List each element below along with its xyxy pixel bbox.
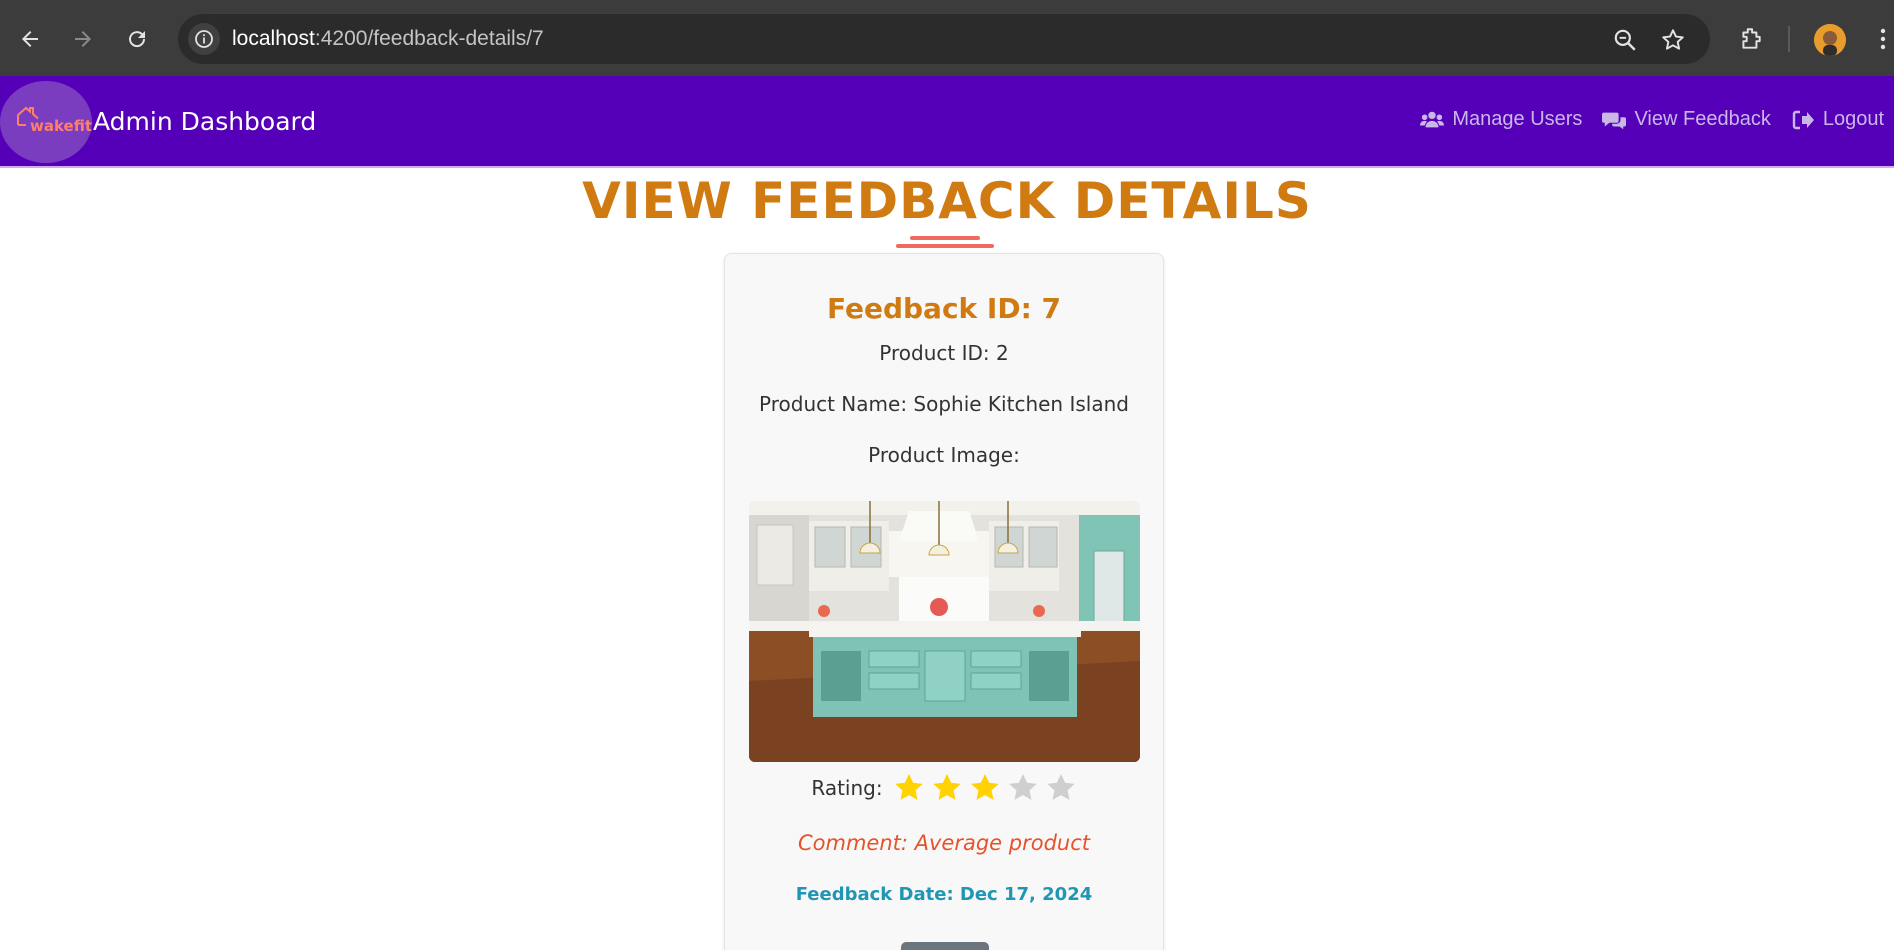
nav-view-feedback[interactable]: View Feedback	[1602, 108, 1771, 131]
bookmark-star-icon[interactable]	[1660, 27, 1686, 53]
feedback-comment: Comment: Average product	[797, 831, 1090, 855]
product-image	[749, 501, 1140, 762]
feedback-card: Feedback ID: 7 Product ID: 2 Product Nam…	[724, 253, 1164, 950]
star-filled-icon	[970, 774, 999, 800]
product-image-label: Product Image:	[868, 443, 1020, 467]
profile-avatar[interactable]	[1814, 24, 1846, 56]
rating-stars	[893, 772, 1077, 804]
product-name: Product Name: Sophie Kitchen Island	[759, 392, 1129, 416]
reload-icon[interactable]	[120, 22, 154, 56]
nav-manage-users[interactable]: Manage Users	[1420, 108, 1582, 131]
nav-logout-label: Logout	[1822, 108, 1884, 130]
back-icon[interactable]	[13, 22, 47, 56]
extensions-icon[interactable]	[1734, 22, 1768, 56]
users-icon	[1420, 111, 1445, 127]
feedback-id: Feedback ID: 7	[826, 292, 1061, 325]
title-underline-decoration	[896, 236, 994, 248]
zoom-icon[interactable]	[1612, 27, 1638, 53]
site-info-icon[interactable]	[188, 23, 220, 55]
star-empty-icon	[1008, 774, 1037, 800]
address-bar[interactable]: localhost:4200/feedback-details/7	[178, 14, 1710, 64]
url-text: localhost:4200/feedback-details/7	[232, 27, 544, 51]
nav-manage-users-label: Manage Users	[1452, 108, 1583, 130]
url-host: localhost	[232, 27, 315, 50]
logo-text: wakefit	[30, 117, 93, 135]
logout-icon	[1792, 110, 1814, 129]
nav-links: Manage Users View Feedback Logout	[1420, 108, 1884, 131]
browser-toolbar: localhost:4200/feedback-details/7	[0, 0, 1894, 76]
comments-icon	[1602, 112, 1627, 129]
back-button[interactable]	[901, 942, 989, 950]
toolbar-divider	[1788, 26, 1790, 52]
page-title: VIEW FEEDBACK DETAILS	[582, 172, 1312, 230]
forward-icon[interactable]	[66, 22, 100, 56]
admin-navbar: wakefit Admin Dashboard Manage Users Vie…	[0, 76, 1894, 168]
product-id: Product ID: 2	[879, 341, 1009, 365]
rating-row: Rating:	[725, 772, 1163, 804]
nav-logout[interactable]: Logout	[1791, 108, 1884, 131]
star-filled-icon	[894, 774, 923, 800]
more-menu-icon[interactable]	[1866, 22, 1894, 56]
nav-view-feedback-label: View Feedback	[1634, 108, 1771, 130]
star-empty-icon	[1046, 774, 1075, 800]
star-filled-icon	[932, 774, 961, 800]
logo[interactable]: wakefit	[0, 81, 92, 163]
brand-title[interactable]: Admin Dashboard	[93, 107, 316, 136]
rating-label: Rating:	[811, 776, 883, 800]
url-path: :4200/feedback-details/7	[314, 27, 544, 50]
feedback-date: Feedback Date: Dec 17, 2024	[795, 884, 1093, 905]
